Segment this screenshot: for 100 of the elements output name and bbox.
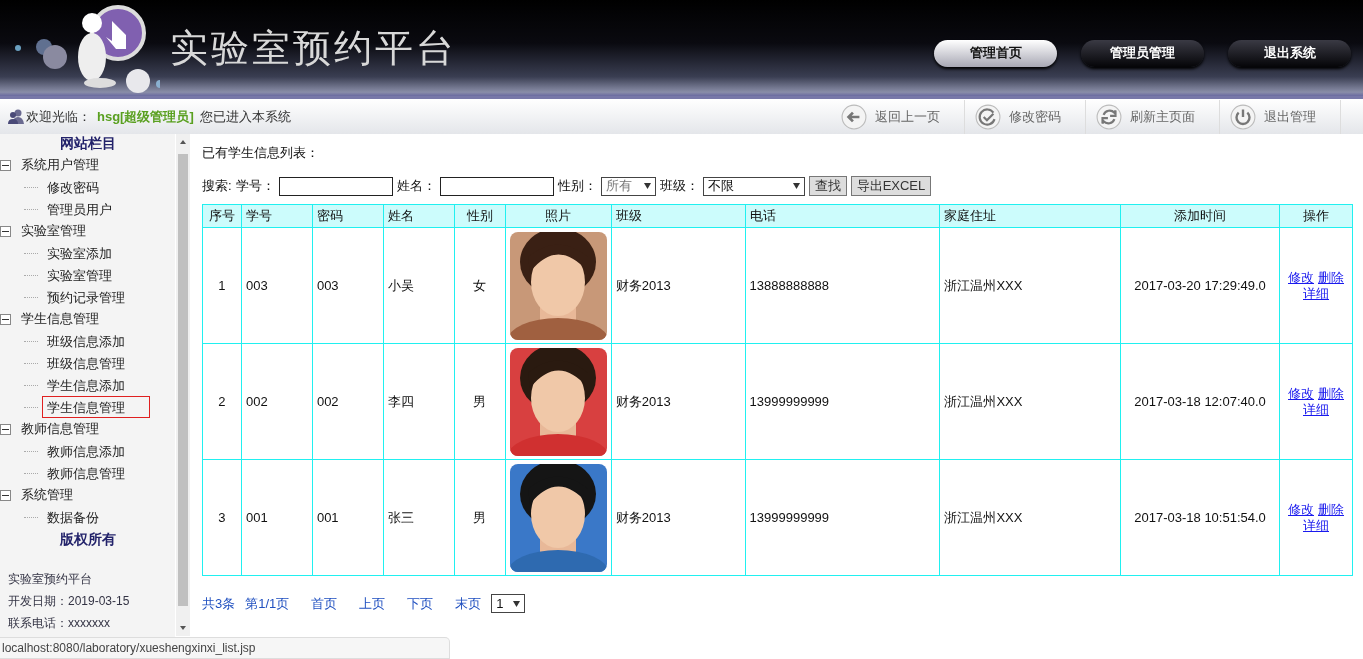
check-icon: [975, 103, 1001, 130]
field-label: 学号：: [235, 177, 275, 195]
table-cell: 男: [454, 459, 506, 576]
input-field[interactable]: [278, 176, 393, 196]
tree-group[interactable]: 系统用户管理: [21, 156, 99, 174]
pagination-link[interactable]: 首页: [311, 594, 338, 613]
caret-icon: [513, 600, 521, 607]
nav-button[interactable]: 退出系统: [1228, 39, 1351, 67]
search-button[interactable]: 导出EXCEL: [850, 176, 932, 196]
tree-item[interactable]: 数据备份: [42, 506, 150, 528]
nav-button[interactable]: 管理首页: [934, 39, 1057, 67]
tree-item[interactable]: 学生信息添加: [42, 374, 150, 396]
toolbar-button[interactable]: 刷新主页面: [1086, 99, 1220, 134]
table-cell: 2017-03-18 10:51:54.0: [1120, 459, 1280, 576]
action-link[interactable]: 删除: [1318, 385, 1344, 402]
footer-text: 实验室预约平台: [8, 571, 93, 588]
table-cell: 财务2013: [611, 227, 746, 344]
table-cell: 3: [202, 459, 242, 576]
power-icon: [1230, 103, 1256, 130]
input-field[interactable]: [439, 176, 554, 196]
table-cell: 李四: [383, 343, 455, 460]
pagination-link[interactable]: 下页: [407, 594, 434, 613]
pagination-link[interactable]: 上页: [359, 594, 386, 613]
table-cell: 财务2013: [611, 459, 746, 576]
field-label: 性别：: [557, 177, 597, 195]
users-icon: [8, 109, 24, 124]
field-label: 班级：: [659, 177, 699, 195]
tree-item[interactable]: 班级信息添加: [42, 330, 150, 352]
refresh-icon: [1096, 103, 1122, 130]
table-cell: 002: [241, 343, 313, 460]
tree-item[interactable]: 教师信息添加: [42, 440, 150, 462]
tree-item[interactable]: 预约记录管理: [42, 286, 150, 308]
page-select[interactable]: 1: [491, 594, 526, 613]
caret-icon: [792, 183, 800, 189]
search-label: 搜索:: [202, 177, 232, 195]
table-cell: 13888888888: [745, 227, 940, 344]
column-header: 添加时间: [1120, 204, 1280, 228]
table-cell: 13999999999: [745, 343, 940, 460]
table-cell: 2017-03-18 12:07:40.0: [1120, 343, 1280, 460]
tree-group[interactable]: 实验室管理: [21, 222, 86, 240]
page-info: 第1/1页: [245, 594, 290, 613]
record-count: 共3条: [202, 594, 236, 613]
tree-item[interactable]: 学生信息管理: [42, 396, 150, 418]
column-header: 姓名: [383, 204, 455, 228]
toolbar-button[interactable]: 退出管理: [1220, 99, 1341, 134]
status-bar: localhost:8080/laboratory/xueshengxinxi_list.jsp: [0, 637, 450, 659]
table-cell: 小吴: [383, 227, 455, 344]
action-link[interactable]: 修改: [1288, 385, 1314, 402]
table-cell: 003: [241, 227, 313, 344]
table-cell: 男: [454, 343, 506, 460]
column-header: 序号: [202, 204, 242, 228]
tree-group[interactable]: 教师信息管理: [21, 420, 99, 438]
column-header: 密码: [312, 204, 384, 228]
action-link[interactable]: 详细: [1303, 285, 1329, 302]
action-link[interactable]: 修改: [1288, 269, 1314, 286]
table-cell: 张三: [383, 459, 455, 576]
action-link[interactable]: 详细: [1303, 401, 1329, 418]
list-heading: 已有学生信息列表：: [202, 144, 319, 162]
collapse-icon[interactable]: [0, 313, 11, 325]
nav-button[interactable]: 管理员管理: [1081, 39, 1204, 67]
action-link[interactable]: 修改: [1288, 501, 1314, 518]
scrollbar[interactable]: [176, 134, 190, 636]
column-header: 性别: [454, 204, 506, 228]
tree-item[interactable]: 实验室添加: [42, 242, 150, 264]
toolbar-button[interactable]: 修改密码: [965, 99, 1086, 134]
action-link[interactable]: 删除: [1318, 501, 1344, 518]
tree-item[interactable]: 管理员用户: [42, 198, 150, 220]
field-label: 姓名：: [396, 177, 436, 195]
action-link[interactable]: 详细: [1303, 517, 1329, 534]
copyright-title: 版权所有: [58, 530, 117, 549]
tree-group[interactable]: 学生信息管理: [21, 310, 99, 328]
search-button[interactable]: 查找: [808, 176, 847, 196]
caret-icon: [643, 183, 651, 189]
table-cell: 2017-03-20 17:29:49.0: [1120, 227, 1280, 344]
pagination-link[interactable]: 末页: [455, 594, 482, 613]
tree-item[interactable]: 教师信息管理: [42, 462, 150, 484]
column-header: 家庭住址: [939, 204, 1121, 228]
select-field[interactable]: 不限: [702, 176, 805, 196]
collapse-icon[interactable]: [0, 423, 11, 435]
column-header: 学号: [241, 204, 313, 228]
column-header: 电话: [745, 204, 940, 228]
table-cell: 财务2013: [611, 343, 746, 460]
tree-item[interactable]: 班级信息管理: [42, 352, 150, 374]
select-field[interactable]: 所有: [600, 176, 656, 196]
welcome-label: 欢迎光临：: [26, 107, 91, 126]
action-link[interactable]: 删除: [1318, 269, 1344, 286]
table-cell: 浙江温州XXX: [939, 227, 1121, 344]
table-cell: 13999999999: [745, 459, 940, 576]
collapse-icon[interactable]: [0, 225, 11, 237]
collapse-icon[interactable]: [0, 159, 11, 171]
toolbar-button[interactable]: 返回上一页: [831, 99, 965, 134]
column-header: 操作: [1279, 204, 1353, 228]
table-cell: 浙江温州XXX: [939, 459, 1121, 576]
tree-item[interactable]: 实验室管理: [42, 264, 150, 286]
tree-group[interactable]: 系统管理: [21, 486, 73, 504]
collapse-icon[interactable]: [0, 489, 11, 501]
welcome-text: 您已进入本系统: [199, 107, 291, 126]
user-name: hsg[超级管理员]: [97, 107, 194, 126]
tree-item[interactable]: 修改密码: [42, 176, 150, 198]
table-cell: 001: [312, 459, 384, 576]
